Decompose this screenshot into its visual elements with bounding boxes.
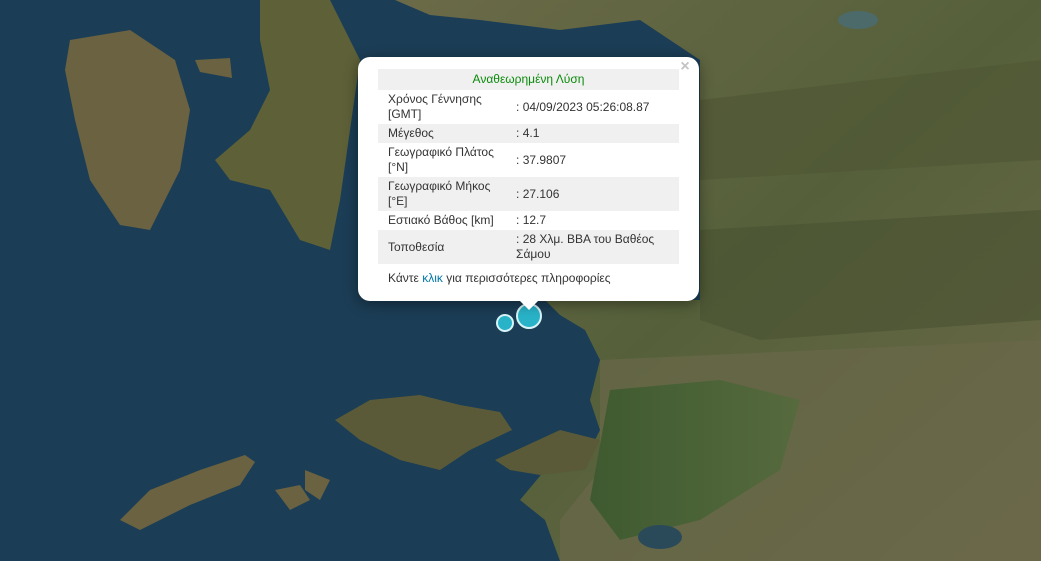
magnitude-label: Μέγεθος [378,124,515,143]
origin-time-value: : 04/09/2023 05:26:08.87 [516,99,650,114]
popup-tip [519,300,539,310]
popup-title: Αναθεωρημένη Λύση [378,69,679,90]
map-view[interactable]: × Αναθεωρημένη Λύση Χρόνος Γέννησης [GMT… [0,0,1041,561]
depth-value: : 12.7 [516,213,547,227]
close-popup-button[interactable]: × [677,59,693,75]
longitude-label: Γεωγραφικό Μήκος [°E] [378,177,515,211]
earthquake-info-popup: × Αναθεωρημένη Λύση Χρόνος Γέννησης [GMT… [358,57,699,301]
more-info-suffix: για περισσότερες πληροφορίες [446,271,611,285]
more-info-line: Κάντε κλικ για περισσότερες πληροφορίες [388,271,611,285]
latitude-label: Γεωγραφικό Πλάτος [°N] [388,145,494,174]
depth-label: Εστιακό Βάθος [km] [388,213,494,227]
earthquake-marker-small[interactable] [496,314,514,332]
longitude-value: : 27.106 [514,177,679,211]
magnitude-value: : 4.1 [514,124,679,143]
more-info-link[interactable]: κλικ [422,271,443,285]
location-label: Τοποθεσία [378,230,515,264]
origin-time-label: Χρόνος Γέννησης [GMT] [388,92,482,121]
more-info-prefix: Κάντε [388,271,419,285]
info-table: Αναθεωρημένη Λύση Χρόνος Γέννησης [GMT] … [378,69,679,264]
location-value: : 28 Χλμ. ΒΒΑ του Βαθέος Σάμου [514,230,679,264]
latitude-value: : 37.9807 [516,152,567,167]
